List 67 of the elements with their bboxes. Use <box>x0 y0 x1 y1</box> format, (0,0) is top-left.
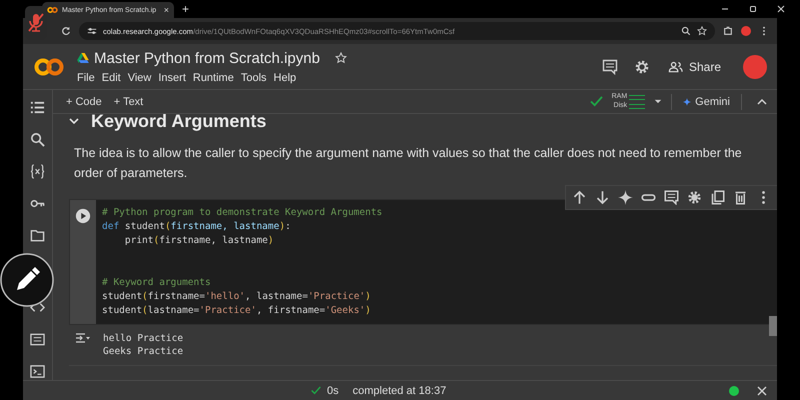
output-line: hello Practice <box>103 332 184 345</box>
paragraph: The idea is to allow the caller to specify the argument name with values so that the caller does not need to remember the order of parameters. <box>74 145 743 182</box>
star-icon[interactable] <box>697 26 707 36</box>
drive-icon <box>77 53 89 63</box>
extensions-icon[interactable] <box>723 26 733 36</box>
star-icon[interactable] <box>334 52 347 64</box>
search-icon[interactable] <box>30 132 45 147</box>
check-icon <box>311 386 321 395</box>
reload-icon[interactable] <box>61 26 71 36</box>
notes-icon[interactable] <box>30 332 45 347</box>
copy-icon[interactable] <box>710 190 725 205</box>
profile-avatar[interactable] <box>741 26 751 36</box>
settings-icon[interactable] <box>634 58 650 74</box>
people-icon <box>668 60 683 72</box>
add-cell-button[interactable]: + Text <box>110 94 146 110</box>
pencil-button[interactable] <box>0 253 54 307</box>
run-button[interactable] <box>75 208 91 224</box>
close-icon[interactable] <box>757 386 767 396</box>
scrollbar-thumb[interactable] <box>769 316 777 336</box>
folder-icon[interactable] <box>30 228 45 243</box>
code-line: # Python program to demonstrate Keyword Arguments <box>102 206 382 220</box>
sparkle-icon[interactable] <box>618 190 633 205</box>
sparkle-icon <box>683 98 692 106</box>
check-icon <box>590 96 603 107</box>
new-tab-button[interactable]: + <box>182 2 190 16</box>
notebook-title[interactable]: Master Python from Scratch.ipynb <box>94 50 320 66</box>
add-cell-button[interactable]: + Code <box>63 94 105 110</box>
comment-icon[interactable] <box>602 58 618 74</box>
menu-item[interactable]: Edit <box>102 72 121 84</box>
code-line: student(firstname='hello', lastname='Practice') <box>102 290 372 304</box>
menu-item[interactable]: Help <box>274 72 296 84</box>
table-of-contents-icon[interactable] <box>30 100 45 115</box>
menu-item[interactable]: View <box>128 72 152 84</box>
tab-close-button[interactable]: × <box>164 5 169 15</box>
gemini-button[interactable]: Gemini <box>681 94 732 110</box>
output-icon[interactable] <box>75 332 91 344</box>
zoom-icon[interactable] <box>681 26 691 36</box>
delete-icon[interactable] <box>733 190 748 205</box>
colab-logo-icon[interactable] <box>33 56 65 76</box>
code-line: student(lastname='Practice', firstname='Geeks') <box>102 304 372 318</box>
arrow-down-icon[interactable] <box>595 190 610 205</box>
section-heading: Keyword Arguments <box>91 114 266 131</box>
menu-item[interactable]: Tools <box>240 72 267 84</box>
code-line: print(firstname, lastname) <box>124 234 275 248</box>
menu-item[interactable]: Insert <box>158 72 186 84</box>
status-message: completed at 18:37 <box>352 384 446 396</box>
caret-up-icon[interactable] <box>757 98 767 104</box>
menu-item[interactable]: File <box>77 72 95 84</box>
tune-icon <box>87 26 97 36</box>
terminal-icon[interactable] <box>30 364 45 379</box>
settings-icon[interactable] <box>687 190 702 205</box>
menu-item[interactable]: Runtime <box>192 72 234 84</box>
output-line: Geeks Practice <box>103 345 184 358</box>
colab-logo-icon <box>47 6 58 14</box>
variables-icon[interactable] <box>30 164 45 179</box>
code-line: def student(firstname, lastname): <box>102 220 292 234</box>
restore-icon[interactable] <box>748 4 758 14</box>
execution-time: 0s <box>327 384 339 396</box>
comment-icon[interactable] <box>664 190 679 205</box>
user-avatar[interactable] <box>743 54 767 78</box>
close-icon[interactable] <box>776 4 786 14</box>
dropdown-icon[interactable] <box>654 99 662 104</box>
code-line: # Keyword arguments <box>102 276 212 290</box>
share-button[interactable]: Share <box>666 56 723 78</box>
code-cell[interactable] <box>69 199 777 325</box>
chevron-icon[interactable] <box>69 118 79 124</box>
arrow-up-icon[interactable] <box>572 190 587 205</box>
